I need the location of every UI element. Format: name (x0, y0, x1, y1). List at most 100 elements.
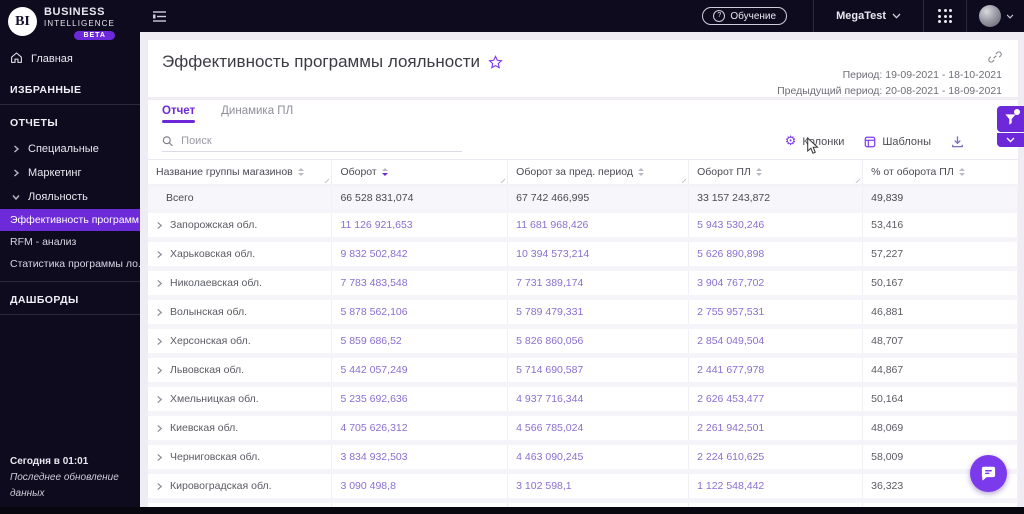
cell-value: 49,839 (863, 187, 1018, 209)
sort-icon[interactable] (958, 168, 965, 176)
sidebar-item-special[interactable]: Специальные (0, 137, 140, 161)
chevron-right-icon (14, 169, 20, 177)
sidebar-item-effectiveness[interactable]: Эффективность программ... (0, 209, 140, 231)
last-update-note: Последнее обновление данных (10, 472, 119, 499)
cell-value: 50,167 (863, 271, 1018, 295)
cell-value: 11 681 968,426 (508, 213, 690, 237)
sidebar-item-rfm[interactable]: RFM - анализ (0, 231, 140, 253)
table-toolbar: ⚙ Колонки Шаблоны (148, 129, 1018, 159)
table-body: Запорожская обл. 11 126 921,653 11 681 9… (148, 213, 1018, 507)
gear-icon: ⚙ (784, 134, 797, 149)
cell-value: 2 755 957,531 (689, 300, 864, 324)
cell-value: 5 789 479,331 (508, 300, 690, 324)
column-header-loyalty-percent[interactable]: % от оборота ПЛ (863, 160, 1018, 184)
table-row[interactable]: Николаевская обл. 7 783 483,548 7 731 38… (148, 271, 1018, 300)
tab-report[interactable]: Отчет (162, 105, 196, 123)
tab-bar: Отчет Динамика ПЛ (148, 100, 1018, 129)
resize-handle[interactable] (321, 175, 330, 183)
filter-collapse-button[interactable] (997, 133, 1024, 147)
previous-period-label: Предыдущий период: 20-08-2021 - 18-09-20… (777, 84, 1002, 97)
chevron-right-icon (14, 145, 20, 153)
training-button[interactable]: ? Обучение (702, 7, 788, 25)
table-row[interactable]: Херсонская обл. 5 859 686,52 5 826 860,0… (148, 329, 1018, 358)
search-box[interactable] (162, 134, 462, 152)
templates-button[interactable]: Шаблоны (864, 136, 931, 148)
table-row[interactable]: Львовская обл. 5 442 057,249 5 714 690,5… (148, 358, 1018, 387)
workspace-name: MegaTest (836, 10, 886, 22)
cell-value: 7 731 389,174 (508, 271, 690, 295)
filter-badge (1014, 109, 1020, 115)
sort-icon[interactable] (297, 168, 304, 176)
column-header-prev-turnover[interactable]: Оборот за пред. период (508, 160, 690, 184)
row-expand-chevron[interactable] (156, 279, 163, 288)
sidebar-item-loyalty-stats[interactable]: Статистика программы ло... (0, 253, 140, 275)
cell-value: 5 626 890,898 (689, 242, 864, 266)
row-expand-chevron[interactable] (156, 482, 163, 491)
apps-grid-button[interactable] (924, 9, 966, 23)
sort-icon[interactable] (381, 168, 388, 176)
table-row[interactable]: Киевская обл. 4 705 626,312 4 566 785,02… (148, 416, 1018, 445)
row-expand-chevron[interactable] (156, 250, 163, 259)
download-icon (952, 136, 963, 148)
cell-value: 5 235 692,636 (332, 387, 509, 411)
table-row[interactable]: Волынская обл. 5 878 562,106 5 789 479,3… (148, 300, 1018, 329)
table-row[interactable]: Хмельницкая обл. 5 235 692,636 4 937 716… (148, 387, 1018, 416)
columns-button[interactable]: ⚙ Колонки (785, 135, 845, 148)
row-expand-chevron[interactable] (156, 366, 163, 375)
cell-value: 44,867 (863, 358, 1018, 382)
table-row[interactable]: Запорожская обл. 11 126 921,653 11 681 9… (148, 213, 1018, 242)
chevron-down-icon (12, 195, 20, 201)
cell-value: 2 261 942,501 (689, 416, 864, 440)
column-header-loyalty-turnover[interactable]: Оборот ПЛ (689, 160, 864, 184)
resize-handle[interactable] (852, 175, 861, 183)
cell-value: 3 834 932,503 (332, 445, 509, 469)
last-update-time: Сегодня в 01:01 (10, 456, 89, 467)
sidebar-item-home[interactable]: Главная (0, 44, 140, 74)
table-row[interactable]: Кировоградская обл. 3 090 498,8 3 102 59… (148, 474, 1018, 503)
sort-icon[interactable] (755, 168, 762, 176)
cell-value: 5 859 686,52 (332, 329, 509, 353)
chat-fab[interactable] (970, 455, 1007, 492)
resize-handle[interactable] (497, 175, 506, 183)
row-expand-chevron[interactable] (156, 424, 163, 433)
download-button[interactable] (951, 135, 964, 148)
sidebar-toggle-button[interactable] (152, 10, 167, 23)
row-expand-chevron[interactable] (156, 395, 163, 404)
cell-value: 48,069 (863, 416, 1018, 440)
tree-item-label: Лояльность (28, 191, 88, 203)
row-label: Киевская обл. (170, 422, 239, 434)
row-expand-chevron[interactable] (156, 221, 163, 230)
cell-value: 9 832 502,842 (332, 242, 509, 266)
column-header-name[interactable]: Название группы магазинов (148, 160, 333, 184)
grid-icon (938, 9, 952, 23)
column-header-turnover[interactable]: Оборот (332, 160, 509, 184)
sort-icon[interactable] (638, 168, 644, 176)
search-input[interactable] (179, 134, 462, 148)
favorite-star-icon[interactable] (488, 54, 503, 70)
sidebar-section-favorites[interactable]: ИЗБРАННЫЕ (0, 74, 140, 104)
cell-value: 50,164 (863, 387, 1018, 411)
cell-value: 57,227 (863, 242, 1018, 266)
workspace-switcher[interactable]: MegaTest (814, 10, 923, 22)
user-menu[interactable] (967, 5, 1024, 27)
sidebar-section-reports[interactable]: ОТЧЕТЫ (0, 107, 140, 137)
filter-panel-button[interactable] (997, 106, 1024, 132)
tab-dynamics[interactable]: Динамика ПЛ (221, 105, 293, 121)
menu-fold-icon (153, 10, 166, 22)
cell-value: 67 742 466,995 (508, 187, 690, 209)
tree-item-label: Маркетинг (28, 167, 82, 179)
row-expand-chevron[interactable] (156, 308, 163, 317)
cell-value: 3 102 598,1 (508, 474, 690, 498)
row-label: Николаевская обл. (170, 277, 262, 289)
table-row[interactable]: Черниговская обл. 3 834 932,503 4 463 09… (148, 445, 1018, 474)
sidebar-section-dashboards[interactable]: ДАШБОРДЫ (0, 284, 140, 314)
topbar: ? Обучение MegaTest (140, 0, 1024, 32)
table-row[interactable]: Харьковская обл. 9 832 502,842 10 394 57… (148, 242, 1018, 271)
share-link-icon[interactable] (988, 50, 1002, 69)
row-expand-chevron[interactable] (156, 337, 163, 346)
chevron-down-icon (1006, 137, 1015, 143)
sidebar-item-marketing[interactable]: Маркетинг (0, 161, 140, 185)
resize-handle[interactable] (678, 175, 687, 183)
row-expand-chevron[interactable] (156, 453, 163, 462)
sidebar-item-loyalty[interactable]: Лояльность (0, 185, 140, 209)
